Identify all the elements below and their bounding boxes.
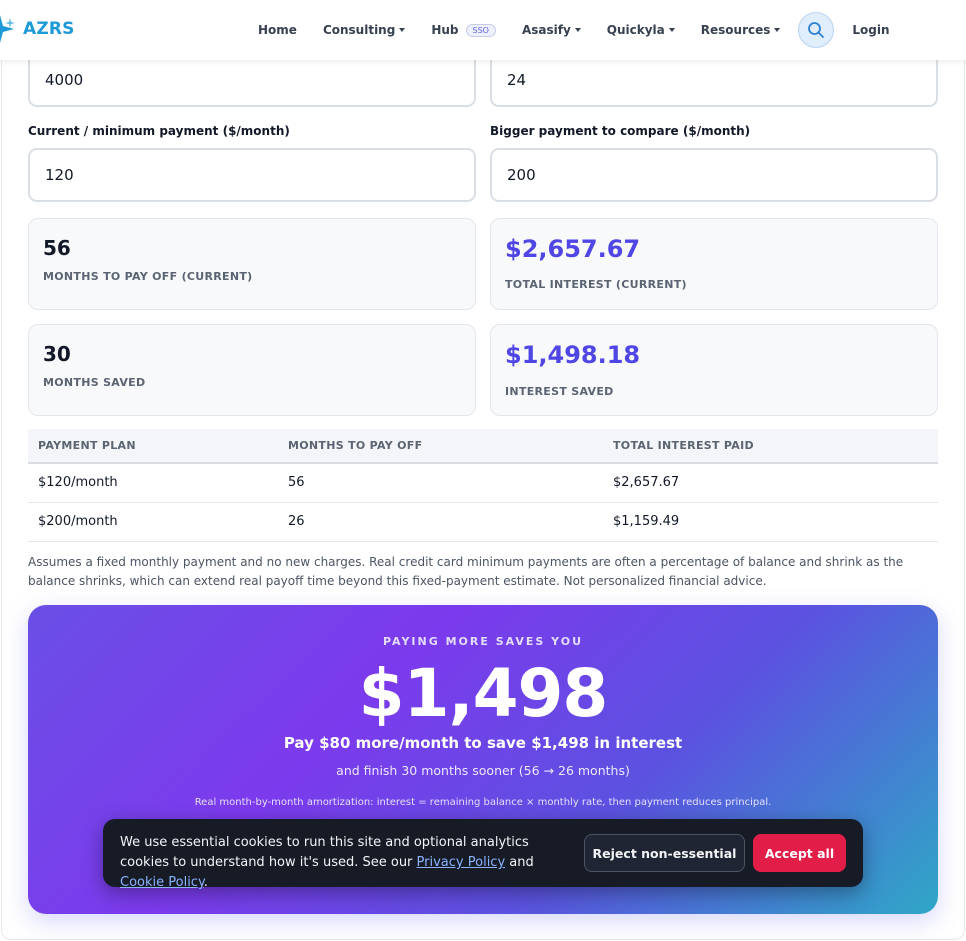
search-icon (808, 22, 825, 38)
interest-current-label: TOTAL INTEREST (CURRENT) (505, 278, 687, 291)
table-cell: 56 (278, 463, 603, 503)
column-header: TOTAL INTEREST PAID (603, 429, 938, 464)
interest-saved-card: $1,498.18 INTEREST SAVED (490, 324, 938, 416)
cookie-text: We use essential cookies to run this sit… (120, 833, 575, 893)
nav-home[interactable]: Home (258, 23, 297, 37)
table-cell: $1,159.49 (603, 502, 938, 542)
reject-non-essential-button[interactable]: Reject non-essential (584, 834, 745, 872)
login-label: Login (852, 23, 890, 37)
table-row: $200/month 26 $1,159.49 (28, 502, 938, 542)
nav-hub[interactable]: Hub SSO (431, 23, 496, 37)
table-cell: $200/month (28, 502, 278, 542)
chevron-down-icon (668, 28, 675, 32)
cookie-policy-link[interactable]: Cookie Policy (120, 875, 204, 890)
months-current-card: 56 MONTHS TO PAY OFF (CURRENT) (28, 218, 476, 310)
main-nav: Home Consulting Hub SSO Asasify Quickyla … (258, 0, 916, 60)
chevron-down-icon (774, 28, 781, 32)
nav-consulting[interactable]: Consulting (322, 23, 406, 37)
months-current-value: 56 (43, 236, 71, 260)
apr-input[interactable] (490, 53, 938, 107)
nav-hub-label: Hub (431, 23, 459, 37)
table-row: $120/month 56 $2,657.67 (28, 463, 938, 503)
cookie-banner: We use essential cookies to run this sit… (103, 819, 863, 890)
banner-eyebrow: PAYING MORE SAVES YOU (382, 635, 584, 648)
banner-amount: $1,498 (358, 655, 609, 732)
chevron-down-icon (574, 28, 581, 32)
interest-saved-label: INTEREST SAVED (505, 385, 614, 398)
min-payment-input[interactable] (28, 148, 476, 202)
banner-subtext: and finish 30 months sooner (56 → 26 mon… (336, 763, 630, 778)
nav-consulting-label: Consulting (322, 23, 396, 37)
table-header-row: PAYMENT PLAN MONTHS TO PAY OFF TOTAL INT… (28, 429, 938, 464)
nav-quickyla-label: Quickyla (606, 23, 665, 37)
nav-quickyla[interactable]: Quickyla (607, 23, 675, 37)
nav-resources-label: Resources (700, 23, 771, 37)
login-link[interactable]: Login (852, 23, 889, 37)
cookie-text-and: and (505, 855, 534, 870)
brand-logo[interactable]: AZRS (0, 12, 75, 46)
interest-current-value: $2,657.67 (505, 235, 641, 263)
months-saved-label: MONTHS SAVED (43, 376, 146, 389)
bigger-payment-input[interactable] (490, 148, 938, 202)
months-current-label: MONTHS TO PAY OFF (CURRENT) (43, 270, 253, 283)
table-cell: 26 (278, 502, 603, 542)
table-cell: $120/month (28, 463, 278, 503)
cookie-text-period: . (203, 875, 208, 890)
interest-saved-value: $1,498.18 (505, 341, 641, 369)
column-header: PAYMENT PLAN (28, 429, 278, 464)
banner-headline: Pay $80 more/month to save $1,498 in int… (283, 734, 683, 752)
banner-fine-print: Real month-by-month amortization: intere… (194, 797, 772, 808)
column-header: MONTHS TO PAY OFF (278, 429, 603, 464)
min-payment-label: Current / minimum payment ($/month) (28, 124, 290, 138)
brand-name: AZRS (23, 19, 75, 39)
balance-input[interactable] (28, 53, 476, 107)
months-saved-card: 30 MONTHS SAVED (28, 324, 476, 416)
accept-all-button[interactable]: Accept all (753, 834, 846, 872)
logo-icon (0, 15, 15, 43)
nav-resources[interactable]: Resources (701, 23, 781, 37)
sso-badge: SSO (465, 23, 496, 37)
table-cell: $2,657.67 (603, 463, 938, 503)
search-button[interactable] (798, 12, 835, 48)
disclaimer-note: Assumes a fixed monthly payment and no n… (28, 555, 904, 588)
nav-asasify-label: Asasify (521, 23, 571, 37)
chevron-down-icon (399, 28, 406, 32)
nav-asasify[interactable]: Asasify (522, 23, 581, 37)
interest-current-card: $2,657.67 TOTAL INTEREST (CURRENT) (490, 218, 938, 310)
top-navbar: AZRS Home Consulting Hub SSO Asasify Quic… (0, 0, 966, 60)
privacy-policy-link[interactable]: Privacy Policy (417, 855, 506, 870)
bigger-payment-label: Bigger payment to compare ($/month) (490, 124, 751, 138)
payment-comparison-table: PAYMENT PLAN MONTHS TO PAY OFF TOTAL INT… (28, 429, 938, 542)
months-saved-value: 30 (43, 342, 71, 366)
nav-home-label: Home (258, 23, 297, 37)
